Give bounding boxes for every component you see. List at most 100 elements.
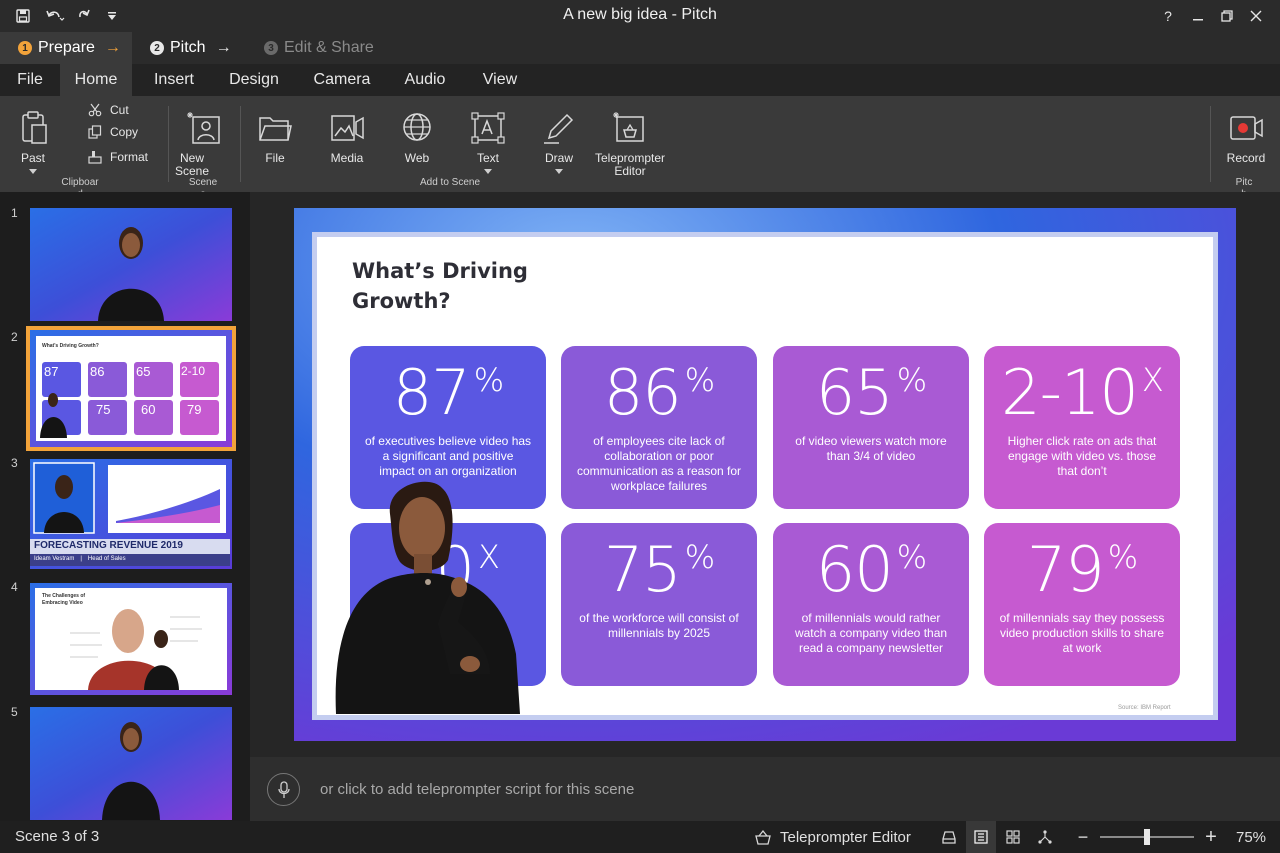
workflow-steps: 1 Prepare → 2 Pitch → 3 Edit & Share: [0, 32, 1280, 64]
stat-unit: %: [684, 361, 715, 399]
microphone-button[interactable]: [267, 773, 300, 806]
add-file-button[interactable]: File: [254, 110, 296, 165]
scene-thumbnail-5[interactable]: [30, 707, 232, 820]
stat-value: 79: [1026, 533, 1105, 606]
teleprompter-icon: [755, 829, 771, 845]
tab-insert[interactable]: Insert: [142, 64, 206, 96]
customize-quick-access-icon[interactable]: [101, 6, 123, 26]
scene-number: 1: [11, 206, 18, 220]
stat-card-employees[interactable]: 86% of employees cite lack of collaborat…: [561, 346, 757, 509]
stat-description: of millennials would rather watch a comp…: [794, 611, 948, 655]
scissors-icon: [88, 103, 102, 117]
cut-label: Cut: [110, 103, 129, 117]
tab-view[interactable]: View: [474, 64, 526, 96]
normal-view-icon[interactable]: [966, 821, 996, 853]
record-button[interactable]: Record: [1224, 110, 1268, 165]
microphone-icon: [277, 780, 290, 798]
zoom-level: 75%: [1235, 828, 1267, 846]
tab-file[interactable]: File: [4, 64, 56, 96]
add-text-button[interactable]: Text: [467, 110, 509, 174]
globe-icon: [403, 113, 431, 141]
flow-view-icon[interactable]: [1032, 821, 1058, 853]
stat-value: 65: [815, 356, 894, 429]
thumbnail-title: The Challenges of Embracing Video: [42, 593, 86, 606]
chevron-down-icon: [555, 169, 563, 174]
scene-thumbnail-2[interactable]: What's Driving Growth? 87 86 65 2-10 75 …: [26, 326, 236, 451]
stat-description: of millennials say they possess video pr…: [999, 611, 1165, 655]
scene-number: 3: [11, 456, 18, 470]
scene-thumbnail-1[interactable]: [30, 208, 232, 321]
save-icon[interactable]: [12, 6, 34, 26]
add-media-button[interactable]: Media: [324, 110, 370, 165]
zoom-out-button[interactable]: −: [1072, 821, 1094, 853]
stat-card-viewers[interactable]: 65% of video viewers watch more than 3/4…: [773, 346, 969, 509]
restore-icon[interactable]: [1215, 6, 1239, 26]
slide-title[interactable]: What’s Driving Growth?: [352, 256, 572, 316]
grid-view-icon[interactable]: [1000, 821, 1026, 853]
step-pitch[interactable]: 2 Pitch →: [132, 32, 244, 64]
stat-card-click-rate[interactable]: 2-10 X Higher click rate on ads that enga…: [984, 346, 1180, 509]
divider: [168, 106, 169, 182]
copy-label: Copy: [110, 125, 139, 139]
format-painter-button[interactable]: Format: [88, 150, 148, 164]
stat-description: Higher click rate on ads that engage wit…: [1007, 434, 1157, 478]
paste-button[interactable]: Past: [12, 110, 54, 174]
presenter-thumbnail-image: [30, 707, 232, 820]
tab-camera[interactable]: Camera: [305, 64, 379, 96]
copy-button[interactable]: Copy: [88, 125, 138, 139]
close-icon[interactable]: [1244, 6, 1268, 26]
teleprompter-editor-status-button[interactable]: Teleprompter Editor: [754, 821, 926, 853]
record-icon: [1230, 116, 1263, 140]
step-prepare[interactable]: 1 Prepare →: [0, 32, 132, 64]
undo-icon[interactable]: [42, 6, 68, 26]
divider: [1210, 106, 1211, 182]
tab-design[interactable]: Design: [218, 64, 290, 96]
stat-card-workforce[interactable]: 75% of the workforce will consist of mil…: [561, 523, 757, 686]
presenter-video-overlay[interactable]: [330, 474, 530, 714]
step-edit-share[interactable]: 3 Edit & Share: [246, 32, 386, 64]
thumbnail-stat: 60: [141, 402, 156, 417]
stat-description: of executives believe video has a signif…: [364, 434, 532, 478]
divider: [240, 106, 241, 182]
scene-thumbnail-3[interactable]: FORECASTING REVENUE 2019 Ideam Vestram |…: [30, 459, 232, 569]
add-web-button[interactable]: Web: [396, 110, 438, 165]
tray-view-icon[interactable]: [936, 821, 962, 853]
teleprompter-script-input[interactable]: or click to add teleprompter script for …: [320, 781, 634, 798]
stat-card-millennials-skills[interactable]: 79% of millennials say they possess vide…: [984, 523, 1180, 686]
chevron-down-icon: [484, 169, 492, 174]
presenter-thumbnail-image: [30, 208, 232, 321]
teleprompter-editor-button[interactable]: Teleprompter Editor: [593, 110, 667, 178]
teleprompter-label-2: Editor: [614, 164, 646, 178]
thumbnail-stat: 79: [187, 402, 202, 417]
chevron-down-icon: [29, 169, 37, 174]
arrow-right-icon: →: [215, 39, 232, 56]
help-button[interactable]: ?: [1156, 6, 1180, 26]
menu-bar: File Home Insert Design Camera Audio Vie…: [0, 64, 1280, 96]
stat-description: of employees cite lack of collaboration …: [576, 434, 742, 493]
zoom-in-button[interactable]: +: [1200, 821, 1222, 853]
stat-value: 87: [392, 356, 471, 429]
thumbnail-lower-third: Ideam Vestram | Head of Sales: [34, 556, 126, 562]
stat-description: of video viewers watch more than 3/4 of …: [795, 434, 947, 463]
tab-audio[interactable]: Audio: [395, 64, 455, 96]
step-number: 1: [18, 41, 32, 55]
thumbnail-stat: 86: [90, 364, 105, 379]
scene-number: 2: [11, 330, 18, 344]
tab-home[interactable]: Home: [60, 64, 132, 96]
scene-counter: Scene 3 of 3: [15, 828, 100, 845]
scene-number: 5: [11, 705, 18, 719]
thumbnail-stat: 65: [136, 364, 151, 379]
folder-icon: [259, 117, 292, 141]
arrow-right-icon: →: [104, 39, 121, 56]
thumbnail-stat: 87: [44, 364, 59, 379]
new-scene-icon: [187, 112, 220, 144]
draw-button[interactable]: Draw: [538, 110, 580, 174]
minimize-icon[interactable]: [1186, 6, 1210, 26]
stat-card-millennials-video[interactable]: 60% of millennials would rather watch a …: [773, 523, 969, 686]
zoom-slider-handle[interactable]: [1144, 829, 1150, 845]
cut-button[interactable]: Cut: [88, 103, 129, 117]
scene-thumbnail-4[interactable]: The Challenges of Embracing Video: [30, 583, 232, 695]
title-bar: A new big idea - Pitch ?: [0, 0, 1280, 32]
redo-icon[interactable]: [73, 6, 95, 26]
new-scene-button[interactable]: New Scene: [172, 110, 236, 178]
